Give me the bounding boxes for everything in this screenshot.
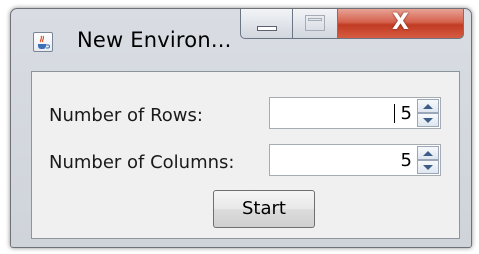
- rows-decrement-button[interactable]: [417, 113, 439, 127]
- window-title: New Environ...: [77, 28, 232, 52]
- rows-spinner-arrows: [417, 99, 439, 127]
- columns-label: Number of Columns:: [49, 152, 235, 173]
- close-button[interactable]: X: [338, 9, 464, 39]
- rows-value[interactable]: 5: [401, 103, 412, 124]
- maximize-icon: [305, 15, 325, 31]
- chevron-down-icon: [423, 118, 433, 123]
- minimize-icon: [257, 26, 277, 31]
- chevron-up-icon: [423, 151, 433, 156]
- minimize-button[interactable]: [240, 9, 293, 39]
- rows-increment-button[interactable]: [417, 99, 439, 113]
- chevron-up-icon: [423, 104, 433, 109]
- columns-spinner[interactable]: 5: [269, 144, 441, 176]
- columns-increment-button[interactable]: [417, 146, 439, 160]
- chevron-down-icon: [423, 165, 433, 170]
- java-cup-icon: [33, 32, 53, 52]
- caption-buttons: X: [240, 9, 464, 40]
- start-button[interactable]: Start: [213, 190, 315, 228]
- rows-label: Number of Rows:: [49, 105, 203, 126]
- maximize-button[interactable]: [293, 9, 338, 39]
- text-caret: [394, 104, 395, 123]
- rows-spinner[interactable]: 5: [269, 97, 441, 129]
- columns-decrement-button[interactable]: [417, 160, 439, 174]
- columns-spinner-arrows: [417, 146, 439, 174]
- columns-value[interactable]: 5: [401, 150, 412, 171]
- title-bar[interactable]: New Environ... X: [11, 9, 471, 61]
- content-panel: Number of Rows: 5 Number of Columns: 5 S…: [31, 71, 460, 239]
- new-environment-dialog: New Environ... X Number of Rows: 5 Numbe…: [10, 8, 472, 248]
- close-icon: X: [392, 10, 409, 35]
